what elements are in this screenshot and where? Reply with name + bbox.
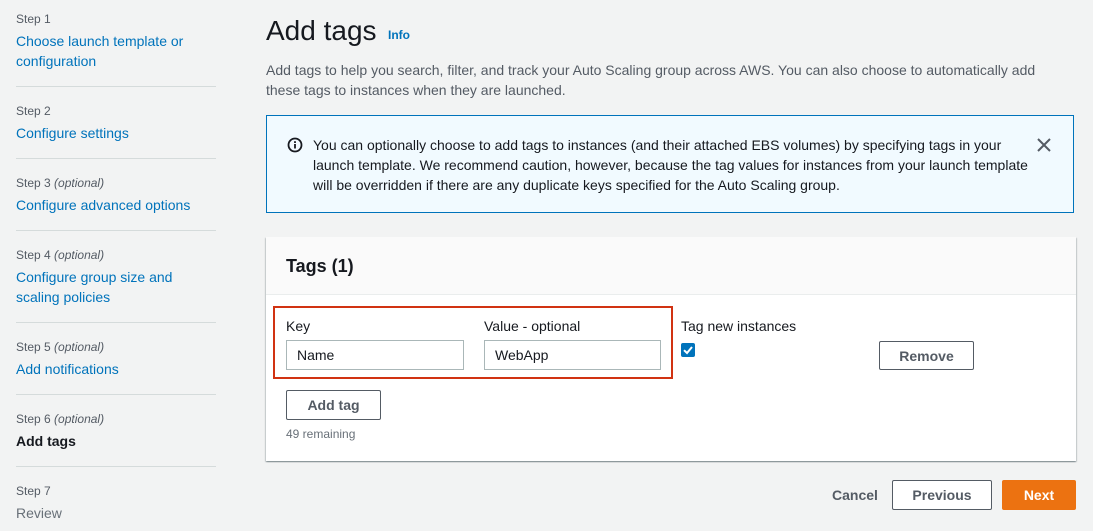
key-label: Key — [286, 318, 311, 334]
page-description: Add tags to help you search, filter, and… — [266, 62, 1036, 98]
value-label: Value - optional — [484, 318, 581, 334]
remove-tag-button[interactable]: Remove — [879, 341, 974, 370]
step-7: Step 7 Review — [16, 484, 216, 528]
step-3: Step 3 (optional) Configure advanced opt… — [16, 176, 216, 231]
info-alert: You can optionally choose to add tags to… — [266, 115, 1074, 213]
step-5: Step 5 (optional) Add notifications — [16, 340, 216, 395]
step-4: Step 4 (optional) Configure group size a… — [16, 248, 216, 323]
cancel-button[interactable]: Cancel — [816, 480, 894, 510]
step-2: Step 2 Configure settings — [16, 104, 216, 159]
step-2-label: Step 2 — [16, 104, 51, 118]
tags-panel-header: Tags (1) — [266, 237, 1076, 295]
step-3-link[interactable]: Configure advanced options — [16, 195, 216, 215]
step-5-label: Step 5 (optional) — [16, 340, 105, 354]
step-1-label: Step 1 — [16, 12, 51, 26]
page-title: Add tags — [266, 15, 377, 46]
step-6-title: Add tags — [16, 433, 76, 449]
tags-panel: Tags (1) Key Value - optional Tag new in… — [266, 237, 1076, 461]
add-tag-button[interactable]: Add tag — [286, 390, 381, 420]
info-circle-icon — [287, 137, 303, 153]
step-7-label: Step 7 — [16, 484, 51, 498]
step-4-link[interactable]: Configure group size and scaling policies — [16, 267, 216, 307]
step-6-current: Step 6 (optional) Add tags — [16, 412, 216, 467]
tags-panel-title: Tags (1) — [286, 256, 354, 276]
alert-message: You can optionally choose to add tags to… — [313, 137, 1028, 193]
tag-key-input[interactable] — [286, 340, 464, 370]
next-button[interactable]: Next — [1002, 480, 1076, 510]
tag-new-instances-label: Tag new instances — [681, 318, 797, 334]
remaining-count: 49 remaining — [286, 427, 356, 441]
tag-value-input[interactable] — [484, 340, 661, 370]
step-1: Step 1 Choose launch template or configur… — [16, 12, 216, 87]
step-7-title: Review — [16, 505, 62, 521]
step-5-link[interactable]: Add notifications — [16, 359, 216, 379]
previous-button[interactable]: Previous — [892, 480, 992, 510]
tag-new-instances-checkbox[interactable] — [681, 343, 695, 357]
step-6-label: Step 6 (optional) — [16, 412, 105, 426]
step-4-label: Step 4 (optional) — [16, 248, 105, 262]
info-link[interactable]: Info — [388, 28, 410, 42]
step-1-link[interactable]: Choose launch template or configuration — [16, 31, 216, 71]
close-icon[interactable] — [1035, 136, 1053, 154]
checkmark-icon — [683, 346, 693, 355]
step-2-link[interactable]: Configure settings — [16, 123, 216, 143]
step-3-label: Step 3 (optional) — [16, 176, 105, 190]
